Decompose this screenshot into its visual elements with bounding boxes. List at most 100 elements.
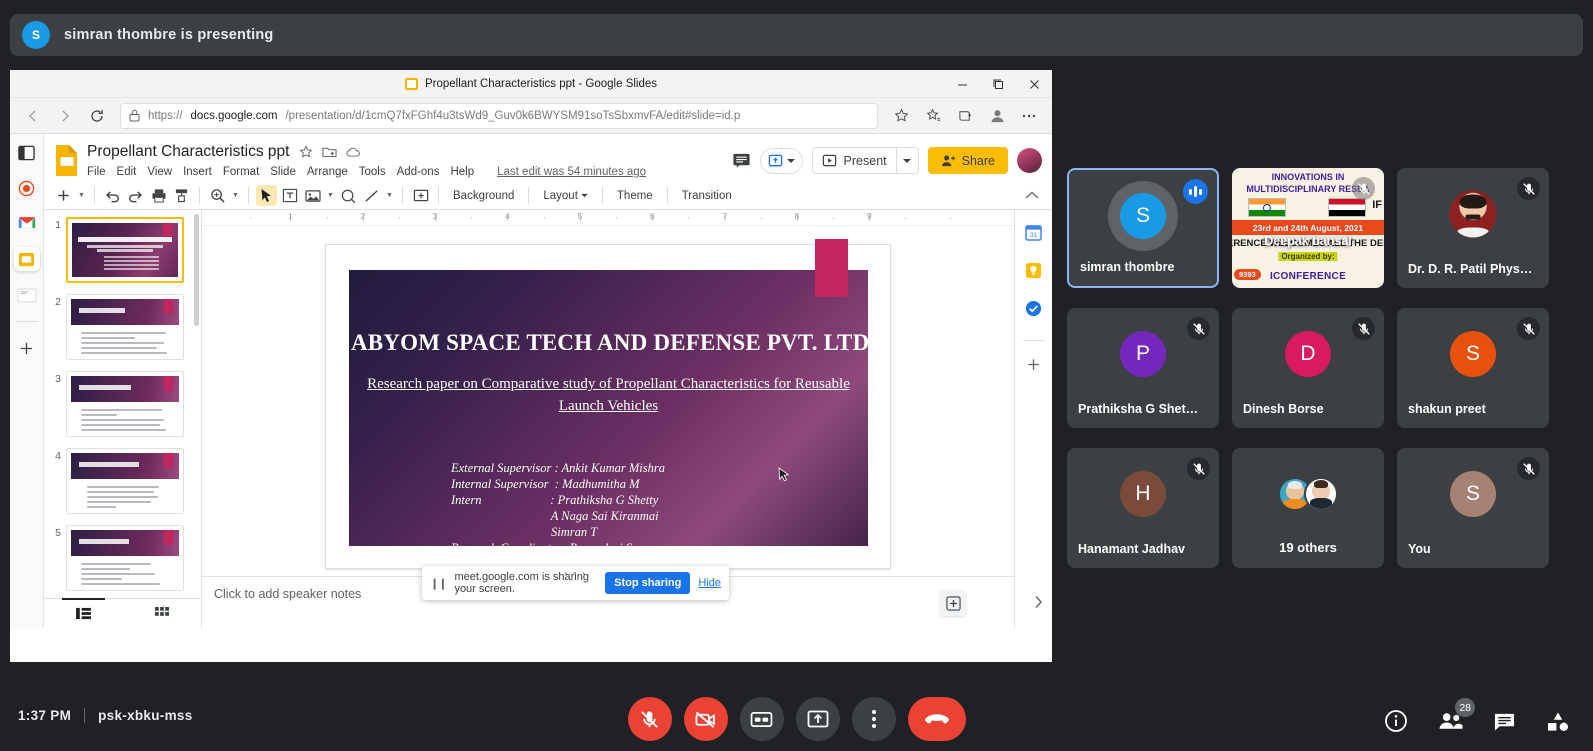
zoom-icon[interactable] — [207, 185, 228, 206]
menu-format[interactable]: Format — [223, 166, 259, 178]
maximize-restore-button[interactable] — [980, 70, 1016, 98]
insert-textbox-icon[interactable] — [410, 185, 431, 206]
reload-icon[interactable] — [82, 102, 112, 130]
hide-toast-button[interactable]: Hide — [698, 577, 721, 589]
slide-thumbnail[interactable] — [66, 217, 184, 283]
filmstrip-slide-2[interactable]: 2 — [44, 294, 201, 360]
expand-panel-icon[interactable] — [1033, 595, 1044, 614]
menu-addons[interactable]: Add-ons — [397, 166, 440, 178]
google-calendar-icon[interactable]: 31 — [1025, 224, 1042, 246]
active-slide[interactable]: ABYOM SPACE TECH AND DEFENSE PVT. LTD Re… — [325, 239, 891, 569]
google-slides-app-icon[interactable] — [13, 247, 40, 271]
comment-history-icon[interactable] — [732, 151, 751, 170]
present-to-meeting-chip[interactable] — [759, 147, 803, 174]
transition-button[interactable]: Transition — [675, 190, 739, 202]
print-icon[interactable] — [148, 185, 169, 206]
slide-thumbnail[interactable] — [66, 525, 184, 591]
minimize-button[interactable] — [944, 70, 980, 98]
add-favorite-icon[interactable] — [886, 102, 916, 130]
collections-icon[interactable] — [950, 102, 980, 130]
toggle-camera-button[interactable] — [683, 697, 728, 741]
participant-tile-dr-d-r-patil[interactable]: Dr. D. R. Patil Phys… — [1397, 168, 1549, 288]
menu-edit[interactable]: Edit — [117, 166, 137, 178]
layout-button[interactable]: Layout — [536, 190, 595, 202]
add-google-app-icon[interactable] — [1026, 357, 1041, 377]
insert-image-icon[interactable] — [302, 185, 323, 206]
browser-more-icon[interactable] — [1014, 102, 1044, 130]
toggle-microphone-button[interactable] — [627, 697, 672, 741]
menu-help[interactable]: Help — [450, 166, 474, 178]
select-tool-icon[interactable] — [256, 185, 277, 206]
pause-sharing-icon[interactable]: ❙❙ — [430, 577, 447, 590]
filmstrip-slide-4[interactable]: 4 — [44, 448, 201, 514]
participant-tile-hanamant-jadhav[interactable]: H Hanamant Jadhav — [1067, 448, 1219, 568]
slide-credits-text[interactable]: External Supervisor : Ankit Kumar Mishra… — [451, 460, 665, 546]
slide-subtitle-text[interactable]: Research paper on Comparative study of P… — [363, 374, 854, 418]
participant-tile-deepak-bansal[interactable]: INNOVATIONS IN MULTIDISCIPLINARY RESEA I… — [1232, 168, 1384, 288]
google-keep-icon[interactable] — [1025, 262, 1042, 284]
slide-thumbnail[interactable] — [66, 448, 184, 514]
slide-title-text[interactable]: ABYOM SPACE TECH AND DEFENSE PVT. LTD — [351, 330, 868, 356]
move-to-folder-icon[interactable] — [322, 145, 338, 160]
explore-button[interactable] — [940, 590, 966, 616]
participant-tile-simran-thombre[interactable]: S simran thombre — [1067, 168, 1219, 288]
google-tasks-icon[interactable] — [1025, 300, 1042, 322]
menu-file[interactable]: File — [87, 166, 106, 178]
slide-thumbnail[interactable] — [66, 371, 184, 437]
toggle-captions-button[interactable] — [739, 697, 784, 741]
account-avatar[interactable] — [1017, 148, 1042, 173]
leave-call-button[interactable] — [907, 697, 966, 741]
collapse-toolbar-icon[interactable] — [1025, 191, 1043, 200]
participant-tile-dinesh-borse[interactable]: D Dinesh Borse — [1232, 308, 1384, 428]
back-icon[interactable] — [18, 102, 48, 130]
present-options-caret[interactable] — [895, 148, 918, 173]
background-button[interactable]: Background — [446, 190, 521, 202]
theme-button[interactable]: Theme — [610, 190, 660, 202]
paint-format-icon[interactable] — [171, 185, 192, 206]
favorites-icon[interactable] — [918, 102, 948, 130]
redo-icon[interactable] — [125, 185, 146, 206]
filmstrip-slide-5[interactable]: 5 — [44, 525, 201, 591]
url-input[interactable]: https:// docs.google.com/presentation/d/1… — [120, 102, 878, 129]
show-everyone-button[interactable]: 28 — [1437, 698, 1475, 734]
zoom-caret-icon[interactable]: ▼ — [230, 186, 241, 206]
shape-icon[interactable] — [338, 185, 359, 206]
line-caret-icon[interactable]: ▼ — [384, 186, 395, 206]
participant-tile-shakun-preet[interactable]: S shakun preet — [1397, 308, 1549, 428]
star-icon[interactable] — [298, 145, 313, 160]
menu-insert[interactable]: Insert — [183, 166, 212, 178]
record-icon[interactable] — [15, 177, 39, 199]
slide-filmstrip[interactable]: 1 2 3 4 5 — [44, 210, 202, 628]
present-now-button[interactable] — [795, 697, 840, 741]
chat-button[interactable] — [1491, 708, 1517, 734]
filmstrip-scrollbar[interactable] — [194, 214, 199, 326]
browser-tab[interactable]: Propellant Characteristics ppt - Google … — [404, 77, 657, 90]
menu-view[interactable]: View — [147, 166, 172, 178]
more-options-button[interactable] — [851, 697, 896, 741]
image-caret-icon[interactable]: ▼ — [325, 186, 336, 206]
undo-icon[interactable] — [102, 185, 123, 206]
participant-tile-you[interactable]: S You — [1397, 448, 1549, 568]
vertical-tabs-icon[interactable] — [15, 142, 39, 164]
line-icon[interactable] — [361, 185, 382, 206]
close-button[interactable] — [1016, 70, 1052, 98]
last-edit-link[interactable]: Last edit was 54 minutes ago — [497, 166, 646, 178]
toast-drag-handle[interactable]: • • • — [564, 569, 587, 578]
profile-icon[interactable] — [982, 102, 1012, 130]
docs-shortcut-icon[interactable] — [15, 284, 39, 306]
slide-thumbnail[interactable] — [66, 294, 184, 360]
share-button[interactable]: Share — [927, 147, 1008, 174]
add-sidebar-app-icon[interactable] — [15, 337, 39, 359]
activities-button[interactable] — [1545, 708, 1571, 734]
filmstrip-slide-1[interactable]: 1 — [44, 217, 201, 283]
filmstrip-slide-3[interactable]: 3 — [44, 371, 201, 437]
forward-icon[interactable] — [50, 102, 80, 130]
menu-slide[interactable]: Slide — [270, 166, 296, 178]
filmstrip-view-button[interactable] — [44, 598, 123, 628]
new-slide-caret-icon[interactable]: ▼ — [76, 186, 87, 206]
document-title[interactable]: Propellant Characteristics ppt — [87, 143, 289, 161]
meeting-details-button[interactable] — [1383, 708, 1409, 734]
grid-view-button[interactable] — [123, 599, 202, 628]
menu-arrange[interactable]: Arrange — [307, 166, 348, 178]
participant-tile-others[interactable]: 19 others — [1232, 448, 1384, 568]
